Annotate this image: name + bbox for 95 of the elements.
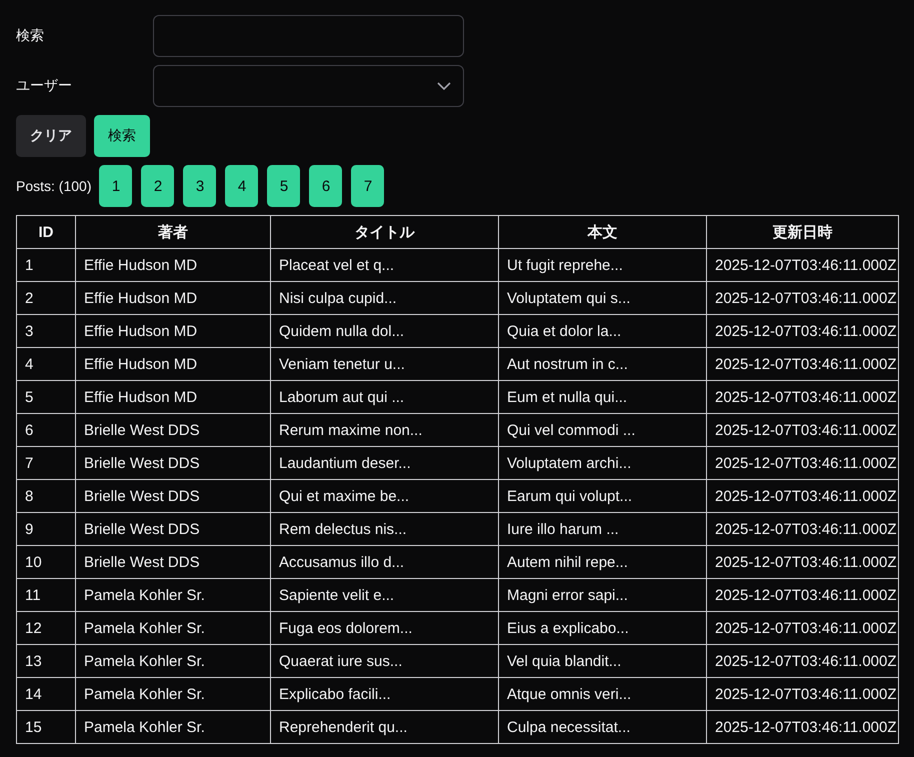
page-button[interactable]: 6 bbox=[309, 165, 342, 207]
table-cell: Effie Hudson MD bbox=[76, 348, 270, 380]
page-button[interactable]: 7 bbox=[351, 165, 384, 207]
table-cell: Qui et maxime be... bbox=[270, 480, 498, 512]
chevron-down-icon bbox=[437, 82, 451, 90]
table-cell: Pamela Kohler Sr. bbox=[76, 710, 270, 744]
table-cell: Veniam tenetur u... bbox=[270, 348, 498, 380]
table-cell: Laborum aut qui ... bbox=[270, 380, 498, 414]
table-cell: Nisi culpa cupid... bbox=[270, 282, 498, 314]
field-label: ユーザー bbox=[16, 77, 73, 95]
table-cell: Pamela Kohler Sr. bbox=[76, 612, 270, 644]
table-cell: 2025-12-07T03:46:11.000Z bbox=[706, 248, 898, 282]
table-cell: 1 bbox=[16, 248, 76, 282]
column-header: 本文 bbox=[498, 216, 706, 248]
table-cell: Brielle West DDS bbox=[76, 446, 270, 480]
table-cell: Aut nostrum in c... bbox=[498, 348, 706, 380]
table-cell: Rem delectus nis... bbox=[270, 512, 498, 546]
table-cell: 14 bbox=[16, 678, 76, 710]
table-cell: Ut fugit reprehe... bbox=[498, 248, 706, 282]
table-cell: 10 bbox=[16, 546, 76, 578]
table-cell: Effie Hudson MD bbox=[76, 248, 270, 282]
table-cell: Accusamus illo d... bbox=[270, 546, 498, 578]
page-button[interactable]: 3 bbox=[183, 165, 216, 207]
table-cell: 3 bbox=[16, 314, 76, 348]
table-cell: 9 bbox=[16, 512, 76, 546]
table-cell: 2025-12-07T03:46:11.000Z bbox=[706, 446, 898, 480]
table-cell: Placeat vel et q... bbox=[270, 248, 498, 282]
table-cell: Explicabo facili... bbox=[270, 678, 498, 710]
table-cell: 6 bbox=[16, 414, 76, 446]
table-cell: Pamela Kohler Sr. bbox=[76, 644, 270, 678]
page-button[interactable]: 4 bbox=[225, 165, 258, 207]
clear-button[interactable]: クリア bbox=[16, 115, 86, 157]
table-cell: 5 bbox=[16, 380, 76, 414]
table-cell: Effie Hudson MD bbox=[76, 282, 270, 314]
table-cell: 2025-12-07T03:46:11.000Z bbox=[706, 348, 898, 380]
table-cell: 12 bbox=[16, 612, 76, 644]
table-cell: Earum qui volupt... bbox=[498, 480, 706, 512]
table-cell: Brielle West DDS bbox=[76, 512, 270, 546]
table-cell: Fuga eos dolorem... bbox=[270, 612, 498, 644]
search-button[interactable]: 検索 bbox=[94, 115, 150, 157]
table-cell: Rerum maxime non... bbox=[270, 414, 498, 446]
page-button[interactable]: 2 bbox=[141, 165, 174, 207]
table-cell: Iure illo harum ... bbox=[498, 512, 706, 546]
table-cell: 2025-12-07T03:46:11.000Z bbox=[706, 282, 898, 314]
table-cell: 7 bbox=[16, 446, 76, 480]
table-cell: Eum et nulla qui... bbox=[498, 380, 706, 414]
table-cell: Eius a explicabo... bbox=[498, 612, 706, 644]
page-button[interactable]: 1 bbox=[99, 165, 132, 207]
table-cell: 2025-12-07T03:46:11.000Z bbox=[706, 678, 898, 710]
table-cell: Sapiente velit e... bbox=[270, 578, 498, 612]
table-cell: 2025-12-07T03:46:11.000Z bbox=[706, 710, 898, 744]
table-cell: Autem nihil repe... bbox=[498, 546, 706, 578]
table-cell: Quia et dolor la... bbox=[498, 314, 706, 348]
table-cell: Pamela Kohler Sr. bbox=[76, 678, 270, 710]
table-cell: Magni error sapi... bbox=[498, 578, 706, 612]
table-cell: 2025-12-07T03:46:11.000Z bbox=[706, 612, 898, 644]
table-cell: Atque omnis veri... bbox=[498, 678, 706, 710]
table-cell: Reprehenderit qu... bbox=[270, 710, 498, 744]
field-label: 検索 bbox=[16, 27, 45, 45]
column-header: ID bbox=[16, 216, 76, 248]
table-cell: Qui vel commodi ... bbox=[498, 414, 706, 446]
column-header: 著者 bbox=[76, 216, 270, 248]
table-cell: Pamela Kohler Sr. bbox=[76, 578, 270, 612]
table-cell: Quaerat iure sus... bbox=[270, 644, 498, 678]
posts-count: Posts: (100) bbox=[16, 178, 92, 194]
table-cell: 8 bbox=[16, 480, 76, 512]
page-button[interactable]: 5 bbox=[267, 165, 300, 207]
table-cell: Culpa necessitat... bbox=[498, 710, 706, 744]
table-cell: 2025-12-07T03:46:11.000Z bbox=[706, 480, 898, 512]
column-header: 更新日時 bbox=[706, 216, 898, 248]
table-cell: 11 bbox=[16, 578, 76, 612]
table-cell: Voluptatem qui s... bbox=[498, 282, 706, 314]
table-cell: 13 bbox=[16, 644, 76, 678]
table-cell: Vel quia blandit... bbox=[498, 644, 706, 678]
table-cell: 2025-12-07T03:46:11.000Z bbox=[706, 414, 898, 446]
table-cell: 2025-12-07T03:46:11.000Z bbox=[706, 314, 898, 348]
user-select[interactable] bbox=[153, 65, 464, 107]
table-cell: 2025-12-07T03:46:11.000Z bbox=[706, 512, 898, 546]
table-cell: 2025-12-07T03:46:11.000Z bbox=[706, 578, 898, 612]
table-cell: 4 bbox=[16, 348, 76, 380]
table-cell: 2025-12-07T03:46:11.000Z bbox=[706, 644, 898, 678]
table-cell: Brielle West DDS bbox=[76, 546, 270, 578]
table-cell: Laudantium deser... bbox=[270, 446, 498, 480]
table-cell: 2025-12-07T03:46:11.000Z bbox=[706, 380, 898, 414]
table-cell: Voluptatem archi... bbox=[498, 446, 706, 480]
table-cell: Brielle West DDS bbox=[76, 480, 270, 512]
table-cell: Effie Hudson MD bbox=[76, 314, 270, 348]
table-cell: Effie Hudson MD bbox=[76, 380, 270, 414]
table-cell: 2025-12-07T03:46:11.000Z bbox=[706, 546, 898, 578]
column-header: タイトル bbox=[270, 216, 498, 248]
search-field[interactable] bbox=[153, 15, 464, 57]
table-cell: 2 bbox=[16, 282, 76, 314]
table-cell: Brielle West DDS bbox=[76, 414, 270, 446]
table-cell: 15 bbox=[16, 710, 76, 744]
table-cell: Quidem nulla dol... bbox=[270, 314, 498, 348]
